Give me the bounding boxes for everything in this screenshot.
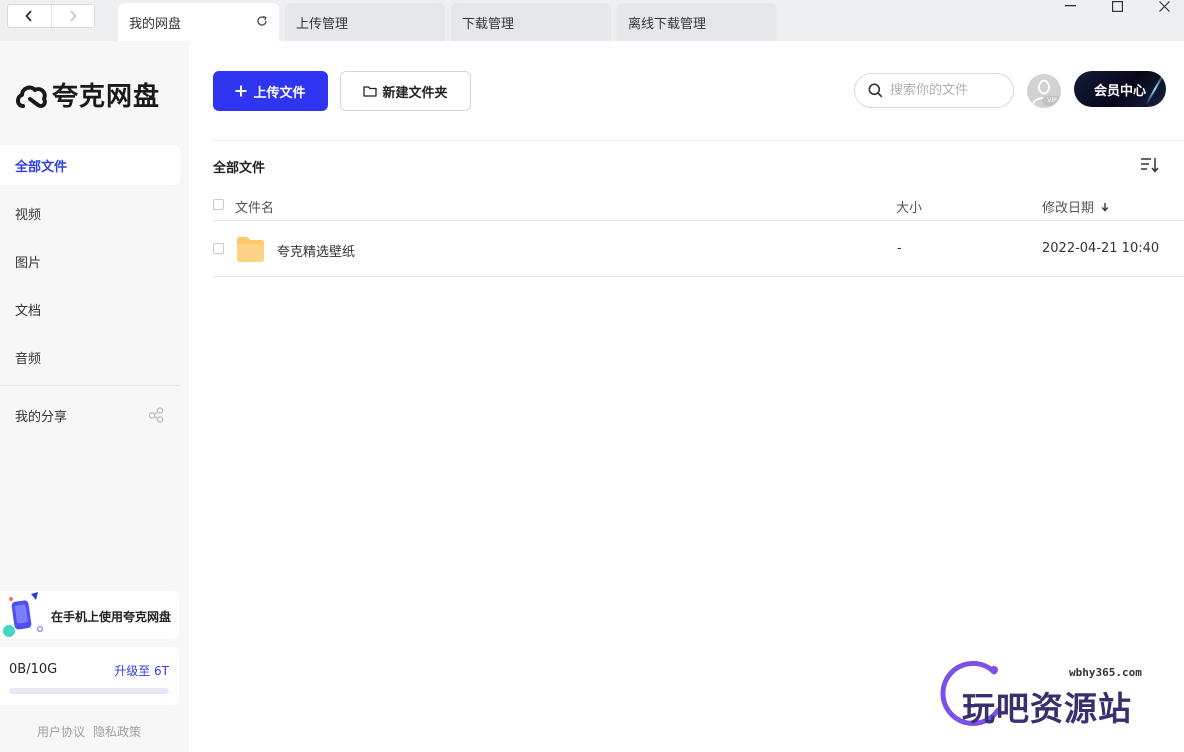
column-header-name[interactable]: 文件名 [235, 197, 274, 216]
avatar[interactable]: VIP [1027, 74, 1061, 108]
new-folder-label: 新建文件夹 [382, 85, 448, 101]
tab-bar: 我的网盘 上传管理 下载管理 离线下载管理 [0, 0, 1184, 41]
storage-bar [9, 688, 169, 694]
toolbar-divider [213, 140, 1184, 141]
close-button[interactable] [1141, 0, 1184, 12]
column-header-size[interactable]: 大小 [896, 197, 922, 216]
forward-button[interactable] [50, 5, 95, 27]
tab-label: 我的网盘 [129, 16, 182, 32]
share-icon [148, 407, 164, 423]
file-modified: 2022-04-21 10:40 [1042, 241, 1160, 256]
column-header-modified[interactable]: 修改日期 [1042, 197, 1109, 216]
upload-label: 上传文件 [253, 85, 306, 101]
folder-outline-icon [363, 86, 378, 97]
glint-decoration [1145, 72, 1165, 106]
sidebar-item-audio[interactable]: 音频 [0, 337, 180, 377]
tab-label: 下载管理 [462, 16, 515, 32]
tab-offline-download[interactable]: 离线下载管理 [617, 3, 777, 41]
app-name: 夸克网盘 [52, 82, 161, 112]
footer-links: 用户协议 隐私政策 [37, 723, 141, 740]
storage-panel: 0B/10G 升级至 6T [0, 647, 179, 705]
sidebar-item-label: 全部文件 [15, 159, 68, 175]
sidebar-item-my-shares[interactable]: 我的分享 [0, 395, 180, 435]
history-nav [7, 4, 95, 28]
select-all-checkbox[interactable] [213, 199, 224, 210]
sidebar-item-images[interactable]: 图片 [0, 241, 180, 281]
sidebar: 夸克网盘 全部文件 视频 图片 文档 音频 我的分享 在手机上使用夸克网盘 0B… [0, 41, 189, 752]
file-name[interactable]: 夸克精选壁纸 [277, 241, 355, 260]
sidebar-divider [0, 385, 180, 386]
folder-icon [237, 237, 264, 262]
maximize-icon [1111, 0, 1123, 12]
member-center-button[interactable]: 会员中心 [1074, 71, 1166, 107]
app-logo: 夸克网盘 [14, 76, 160, 113]
tab-upload-manager[interactable]: 上传管理 [285, 3, 445, 41]
search-input[interactable] [890, 83, 1002, 98]
maximize-button[interactable] [1094, 0, 1140, 12]
sort-icon[interactable] [1140, 157, 1160, 173]
close-icon [1158, 0, 1170, 12]
arrow-down-icon [1101, 203, 1109, 212]
tab-label: 离线下载管理 [628, 16, 707, 32]
sidebar-item-label: 视频 [15, 207, 42, 223]
back-button[interactable] [8, 5, 51, 27]
storage-used: 0B/10G [9, 662, 58, 677]
privacy-link[interactable]: 隐私政策 [93, 723, 141, 740]
promo-text: 在手机上使用夸克网盘 [51, 610, 172, 624]
upgrade-link[interactable]: 升级至 6T [114, 662, 169, 679]
tab-download-manager[interactable]: 下载管理 [451, 3, 611, 41]
sidebar-item-video[interactable]: 视频 [0, 193, 180, 233]
member-label: 会员中心 [1093, 83, 1146, 99]
watermark-url: wbhy365.com [1069, 666, 1142, 679]
search-box[interactable] [854, 73, 1014, 108]
sidebar-item-label: 文档 [15, 303, 42, 319]
phone-illustration-icon [3, 592, 43, 637]
row-divider [213, 276, 1184, 277]
chevron-left-icon [25, 10, 32, 22]
watermark-text: 玩吧资源站 [962, 689, 1132, 728]
header-divider [213, 220, 1184, 221]
tab-my-drive[interactable]: 我的网盘 [118, 3, 279, 41]
chevron-right-icon [70, 10, 77, 22]
mobile-app-promo[interactable]: 在手机上使用夸克网盘 [0, 591, 179, 639]
plus-icon [235, 85, 247, 97]
sidebar-item-label: 我的分享 [15, 409, 68, 425]
sidebar-item-documents[interactable]: 文档 [0, 289, 180, 329]
vip-badge: VIP [1042, 96, 1061, 106]
sidebar-item-all-files[interactable]: 全部文件 [0, 145, 180, 185]
row-checkbox[interactable] [213, 243, 224, 254]
upload-button[interactable]: 上传文件 [213, 71, 328, 111]
minimize-button[interactable] [1047, 0, 1093, 12]
sidebar-item-label: 音频 [15, 351, 42, 367]
terms-link[interactable]: 用户协议 [37, 723, 85, 740]
cloud-logo-icon [16, 85, 47, 108]
refresh-icon[interactable] [256, 15, 268, 27]
new-folder-button[interactable]: 新建文件夹 [340, 71, 471, 111]
breadcrumb: 全部文件 [213, 161, 266, 176]
sidebar-item-label: 图片 [15, 255, 42, 271]
minimize-icon [1064, 5, 1076, 7]
column-header-modified-label: 修改日期 [1042, 201, 1095, 216]
search-icon [868, 83, 883, 98]
tab-label: 上传管理 [296, 16, 349, 32]
file-size: - [897, 241, 902, 256]
